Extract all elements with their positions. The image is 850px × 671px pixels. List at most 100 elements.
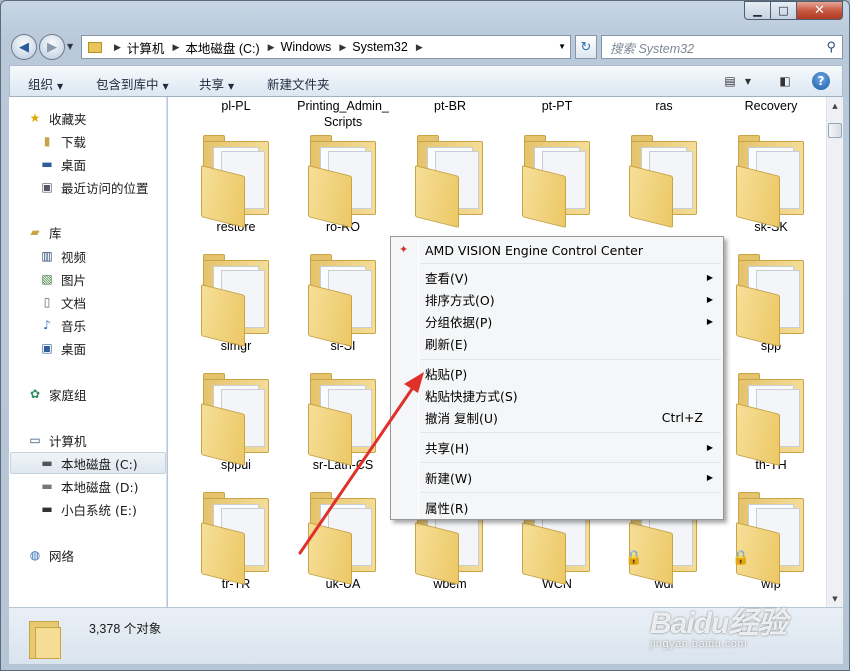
documents-icon: ▯ [43, 295, 51, 309]
chevron-right-icon[interactable]: ▶ [416, 42, 423, 53]
scroll-thumb[interactable] [828, 123, 842, 138]
nav-videos[interactable]: ▥ 视频 [39, 245, 86, 267]
context-menu: ✦ AMD VISION Engine Control Center 查看(V) ▶… [390, 236, 724, 520]
organize-button[interactable]: 组织 ▼ [28, 74, 63, 93]
include-in-library-button[interactable]: 包含到库中 ▼ [96, 74, 169, 93]
refresh-button[interactable]: ↻ [575, 35, 597, 59]
downloads-folder-icon: ▮ [43, 134, 51, 148]
chevron-right-icon[interactable]: ▶ [339, 42, 346, 53]
nav-libraries[interactable]: ▰ 库 [27, 221, 61, 243]
back-button[interactable]: ◀ [11, 34, 37, 60]
breadcrumb-system32[interactable]: System32 ▶ [352, 40, 429, 54]
menu-item-new[interactable]: 新建(W) ▶ [393, 466, 721, 488]
vertical-scrollbar[interactable]: ▲ ▼ [826, 97, 843, 607]
preview-pane-button[interactable]: ◧ [776, 72, 794, 90]
view-options-button[interactable]: ▤ [722, 72, 738, 90]
close-button[interactable]: ✕ [797, 1, 843, 20]
nav-recent[interactable]: ▣ 最近访问的位置 [39, 176, 148, 198]
forward-button[interactable]: ▶ [39, 34, 65, 60]
submenu-arrow-icon: ▶ [706, 442, 713, 452]
folder-item[interactable]: sr-Latn-CS [293, 373, 393, 473]
new-folder-button[interactable]: 新建文件夹 [267, 74, 330, 93]
menu-item-amd-vision[interactable]: ✦ AMD VISION Engine Control Center [393, 239, 721, 261]
breadcrumb-computer[interactable]: 计算机 ▶ [127, 38, 185, 57]
folder-item[interactable] [400, 135, 500, 228]
menu-item-paste[interactable]: 粘贴(P) [393, 362, 721, 384]
nav-music[interactable]: ♪ 音乐 [39, 314, 86, 336]
scroll-up-arrow-icon[interactable]: ▲ [827, 97, 843, 114]
menu-item-properties[interactable]: 属性(R) [393, 496, 721, 518]
menu-item-view[interactable]: 查看(V) ▶ [393, 266, 721, 288]
address-history-dropdown[interactable]: ▼ [558, 42, 566, 51]
nav-drive-d[interactable]: ▬ 本地磁盘 (D:) [39, 475, 138, 497]
usb-drive-icon: ▬ [41, 502, 53, 516]
preview-pane-icon: ◧ [779, 74, 791, 88]
folder-item[interactable]: ro-RO [293, 135, 393, 235]
folder-item[interactable]: slmgr [186, 254, 286, 354]
nav-downloads[interactable]: ▮ 下载 [39, 130, 86, 152]
folder-item[interactable]: sk-SK [721, 135, 821, 235]
share-button[interactable]: 共享 ▼ [199, 74, 234, 93]
breadcrumb-drive-c[interactable]: 本地磁盘 (C:) ▶ [185, 38, 280, 57]
folder-item[interactable]: th-TH [721, 373, 821, 473]
folder-icon [29, 617, 63, 659]
recent-places-icon: ▣ [41, 180, 53, 194]
chevron-right-icon: ▶ [114, 41, 121, 52]
menu-item-refresh[interactable]: 刷新(E) [393, 332, 721, 354]
recent-pages-dropdown[interactable]: ▼ [67, 42, 73, 51]
scroll-down-arrow-icon[interactable]: ▼ [827, 590, 843, 607]
nav-pictures[interactable]: ▧ 图片 [39, 268, 86, 290]
nav-homegroup[interactable]: ✿ 家庭组 [27, 383, 87, 405]
help-button[interactable]: ? [812, 72, 830, 90]
view-options-dropdown[interactable]: ▼ [742, 72, 754, 90]
folder-item[interactable]: pl-PL [186, 98, 286, 114]
menu-item-group[interactable]: 分组依据(P) ▶ [393, 310, 721, 332]
folder-icon [306, 373, 380, 466]
folder-item[interactable]: sppui [186, 373, 286, 473]
folder-item[interactable]: 🔒 wfp [721, 492, 821, 592]
minimize-button[interactable]: ▁ [744, 1, 771, 20]
search-icon[interactable]: ⚲ [826, 39, 836, 55]
nav-library-desktop[interactable]: ▣ 桌面 [39, 337, 86, 359]
nav-favorites[interactable]: ★ 收藏夹 [27, 107, 87, 129]
address-row: ◀ ▶ ▼ ▶ 计算机 ▶ 本地磁盘 (C:) ▶ Windows ▶ System3… [9, 34, 843, 60]
folder-item[interactable]: spp [721, 254, 821, 354]
folder-item[interactable]: pt-BR [400, 98, 500, 114]
maximize-button[interactable]: □ [771, 1, 797, 20]
menu-item-undo-copy[interactable]: 撤消 复制(U) Ctrl+Z [393, 406, 721, 428]
folder-item[interactable] [507, 135, 607, 228]
address-bar[interactable]: ▶ 计算机 ▶ 本地磁盘 (C:) ▶ Windows ▶ System32 ▶ ▼ [81, 35, 571, 59]
breadcrumb-windows[interactable]: Windows ▶ [281, 40, 353, 54]
nav-computer[interactable]: ▭ 计算机 [27, 429, 86, 451]
folder-item[interactable]: Recovery [721, 98, 821, 114]
chevron-right-icon[interactable]: ▶ [268, 42, 275, 53]
menu-separator [421, 263, 721, 264]
nav-drive-c[interactable]: ▬ 本地磁盘 (C:) [10, 452, 166, 474]
star-icon: ★ [29, 111, 41, 125]
folder-item[interactable]: tr-TR [186, 492, 286, 592]
menu-item-paste-shortcut[interactable]: 粘贴快捷方式(S) [393, 384, 721, 406]
search-input[interactable]: 搜索 System32 ⚲ [601, 35, 843, 59]
folder-item[interactable]: sl-SI [293, 254, 393, 354]
menu-item-share[interactable]: 共享(H) ▶ [393, 436, 721, 458]
nav-desktop[interactable]: ▬ 桌面 [39, 153, 86, 175]
nav-documents[interactable]: ▯ 文档 [39, 291, 86, 313]
folder-item[interactable]: ras [614, 98, 714, 114]
drive-icon: ▬ [41, 479, 53, 493]
chevron-right-icon[interactable]: ▶ [172, 42, 179, 53]
menu-item-sort[interactable]: 排序方式(O) ▶ [393, 288, 721, 310]
folder-icon [199, 135, 273, 228]
folder-icon [306, 492, 380, 585]
folder-item[interactable] [614, 135, 714, 228]
folder-icon [734, 373, 808, 466]
submenu-arrow-icon: ▶ [706, 272, 713, 282]
folder-item[interactable]: Printing_Admin_ Scripts [293, 98, 393, 130]
library-icon: ▰ [30, 225, 40, 239]
folder-icon [734, 254, 808, 347]
folder-item[interactable]: pt-PT [507, 98, 607, 114]
folder-item[interactable]: uk-UA [293, 492, 393, 592]
nav-drive-e[interactable]: ▬ 小白系统 (E:) [39, 498, 137, 520]
folder-item[interactable]: restore [186, 135, 286, 235]
chevron-down-icon: ▼ [228, 82, 235, 91]
nav-network[interactable]: ◍ 网络 [27, 544, 74, 566]
